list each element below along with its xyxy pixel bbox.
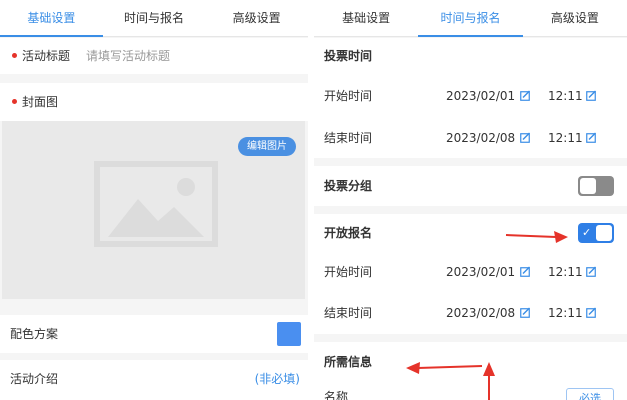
edit-date-icon[interactable] xyxy=(520,90,531,101)
cover-label: 封面图 xyxy=(22,95,59,109)
arrow-up-icon xyxy=(483,362,495,400)
vote-start-time-row: 开始时间 2023/02/01 12:11 xyxy=(314,74,627,118)
vote-end-date[interactable]: 2023/02/08 xyxy=(446,118,515,158)
vote-end-time-row: 结束时间 2023/02/08 12:11 xyxy=(314,118,627,158)
title-input[interactable] xyxy=(86,46,286,66)
signup-toggle[interactable]: ✓ xyxy=(578,223,614,243)
required-info-title: 所需信息 xyxy=(324,355,373,369)
vote-time-title: 投票时间 xyxy=(324,49,373,63)
toggle-knob xyxy=(580,178,596,194)
cover-label-row: 封面图 xyxy=(0,83,308,121)
signup-end-time[interactable]: 12:11 xyxy=(548,292,583,334)
intro-row[interactable]: 活动介绍 (非必填) xyxy=(0,360,308,400)
vote-start-date[interactable]: 2023/02/01 xyxy=(446,74,515,118)
signup-start-time[interactable]: 12:11 xyxy=(548,252,583,292)
tab-basic-settings[interactable]: 基础设置 xyxy=(314,0,418,36)
left-panel-basic-settings: 基础设置 时间与报名 高级设置 活动标题 封面图 编辑图片 配色方案 活动介绍 … xyxy=(0,0,308,400)
vote-start-time[interactable]: 12:11 xyxy=(548,74,583,118)
check-icon: ✓ xyxy=(582,226,592,239)
vote-group-row: 投票分组 xyxy=(314,166,627,206)
title-field-row: 活动标题 xyxy=(0,38,308,74)
vote-end-time[interactable]: 12:11 xyxy=(548,118,583,158)
tab-time-signup[interactable]: 时间与报名 xyxy=(418,0,523,37)
color-scheme-row: 配色方案 xyxy=(0,315,308,353)
toggle-knob xyxy=(596,225,612,241)
color-swatch[interactable] xyxy=(277,322,301,346)
cover-image-area[interactable]: 编辑图片 xyxy=(2,121,305,299)
edit-time-icon[interactable] xyxy=(586,266,597,277)
tab-time-signup[interactable]: 时间与报名 xyxy=(103,0,206,36)
right-tab-bar: 基础设置 时间与报名 高级设置 xyxy=(314,0,627,37)
edit-time-icon[interactable] xyxy=(586,132,597,143)
edit-time-icon[interactable] xyxy=(586,307,597,318)
vote-group-toggle[interactable] xyxy=(578,176,614,196)
edit-date-icon[interactable] xyxy=(520,266,531,277)
title-field-label: 活动标题 xyxy=(22,49,71,63)
edit-time-icon[interactable] xyxy=(586,90,597,101)
signup-end-time-row: 结束时间 2023/02/08 12:11 xyxy=(314,292,627,334)
vote-start-label: 开始时间 xyxy=(324,89,373,103)
edit-date-icon[interactable] xyxy=(520,132,531,143)
image-placeholder-icon xyxy=(94,161,218,247)
signup-start-time-row: 开始时间 2023/02/01 12:11 xyxy=(314,252,627,292)
signup-start-label: 开始时间 xyxy=(324,265,373,279)
name-field-label: 名称 xyxy=(324,390,349,400)
arrow-right-icon xyxy=(505,231,568,243)
signup-start-date[interactable]: 2023/02/01 xyxy=(446,252,515,292)
vote-group-label: 投票分组 xyxy=(324,179,373,193)
name-field-row: 名称 必选 xyxy=(314,382,627,400)
signup-label: 开放报名 xyxy=(324,226,373,240)
vote-time-section-header: 投票时间 xyxy=(314,38,627,74)
left-tab-bar: 基础设置 时间与报名 高级设置 xyxy=(0,0,308,37)
right-panel-time-signup: 基础设置 时间与报名 高级设置 投票时间 开始时间 2023/02/01 12:… xyxy=(314,0,627,400)
signup-end-date[interactable]: 2023/02/08 xyxy=(446,292,515,334)
tab-advanced-settings[interactable]: 高级设置 xyxy=(205,0,308,36)
signup-row: 开放报名 ✓ xyxy=(314,214,627,252)
tab-advanced-settings[interactable]: 高级设置 xyxy=(523,0,627,36)
required-indicator xyxy=(12,53,17,58)
edit-date-icon[interactable] xyxy=(520,307,531,318)
color-scheme-label: 配色方案 xyxy=(10,327,59,341)
signup-end-label: 结束时间 xyxy=(324,306,373,320)
vote-end-label: 结束时间 xyxy=(324,131,373,145)
required-indicator xyxy=(12,99,17,104)
edit-image-button[interactable]: 编辑图片 xyxy=(238,137,296,156)
intro-label: 活动介绍 xyxy=(10,372,59,386)
tab-basic-settings[interactable]: 基础设置 xyxy=(0,0,103,37)
arrow-left-icon xyxy=(406,362,483,374)
required-toggle-button[interactable]: 必选 xyxy=(566,388,614,400)
optional-hint: (非必填) xyxy=(254,372,300,386)
